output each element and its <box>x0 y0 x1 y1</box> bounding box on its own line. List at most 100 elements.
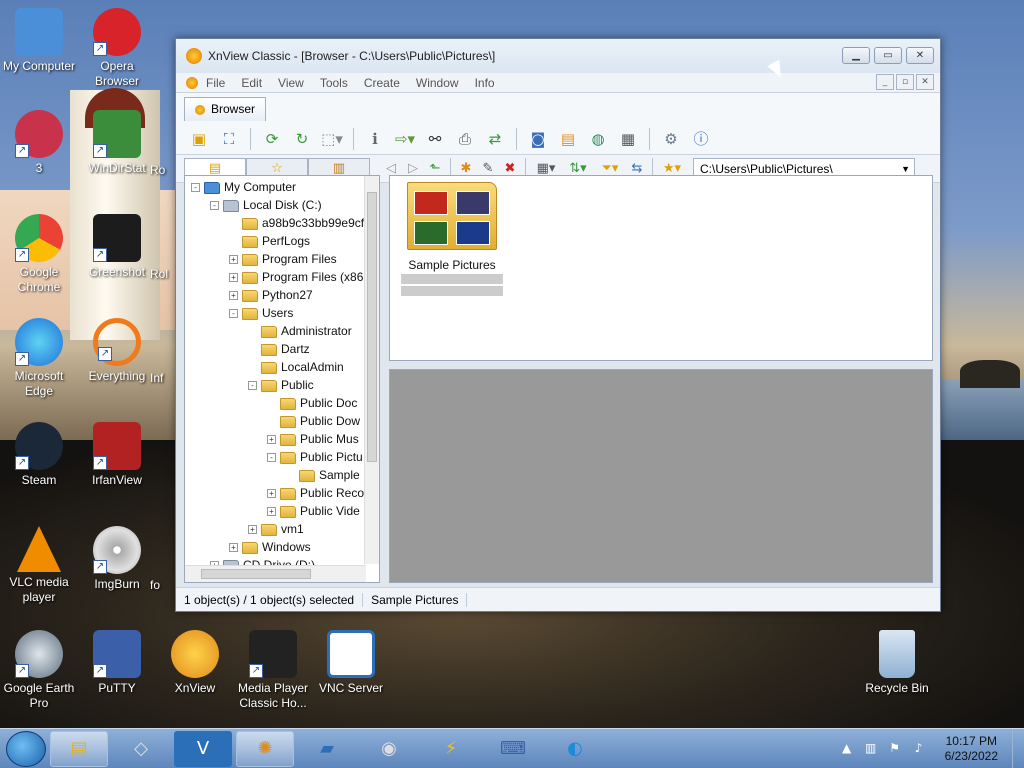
file-item-sample-pictures[interactable]: Sample Pictures <box>400 182 504 296</box>
taskbar-app-blue[interactable]: ▰ <box>298 731 356 767</box>
desktop-icon-mpc[interactable]: ↗ Media Player Classic Ho... <box>234 630 312 711</box>
collapse-icon[interactable]: - <box>229 309 238 319</box>
child-minimize-button[interactable]: _ <box>876 74 894 90</box>
expand-icon[interactable]: + <box>267 489 276 499</box>
tree-item[interactable]: + Public Mus <box>185 430 379 448</box>
tree-item[interactable]: + Python27 <box>185 286 379 304</box>
volume-icon[interactable]: ♪ <box>911 741 927 757</box>
expand-icon[interactable]: + <box>229 255 238 265</box>
desktop-icon-imgburn[interactable]: ↗ ImgBurn <box>78 526 156 592</box>
menu-window[interactable]: Window <box>408 76 467 90</box>
info-icon[interactable]: ⓘ <box>688 127 714 151</box>
expand-icon[interactable]: + <box>267 435 276 445</box>
reload-icon[interactable]: ↻ <box>289 127 315 151</box>
desktop-icon-google-earth[interactable]: ↗ Google Earth Pro <box>0 630 78 711</box>
tree-item[interactable]: Administrator <box>185 322 379 340</box>
tab-browser[interactable]: Browser <box>184 97 267 121</box>
expand-icon[interactable]: + <box>248 525 257 535</box>
desktop-icon-opera[interactable]: ↗ Opera Browser <box>78 8 156 89</box>
desktop-icon-putty[interactable]: ↗ PuTTY <box>78 630 156 696</box>
tree-hscroll-thumb[interactable] <box>201 569 311 579</box>
desktop-icon-recycle-bin[interactable]: Recycle Bin <box>858 630 936 696</box>
collapse-icon[interactable]: - <box>248 381 257 391</box>
tree-scroll-thumb[interactable] <box>367 192 377 462</box>
maximize-button[interactable]: ▭ <box>874 47 902 64</box>
desktop-icon-my-computer[interactable]: My Computer <box>0 8 78 74</box>
tree-item[interactable]: LocalAdmin <box>185 358 379 376</box>
acquire-icon[interactable]: ⬚▾ <box>319 127 345 151</box>
tree-item[interactable]: + Program Files <box>185 250 379 268</box>
desktop-icon-xnview[interactable]: XnView <box>156 630 234 696</box>
taskbar-vnc[interactable]: V <box>174 730 232 767</box>
desktop-icon-everything[interactable]: ↗ Everything <box>78 318 156 384</box>
open-folder-icon[interactable]: ▣ <box>186 127 212 151</box>
tree-horizontal-scrollbar[interactable] <box>185 565 366 582</box>
tree-item[interactable]: - My Computer <box>185 178 379 196</box>
desktop-icon-3[interactable]: ↗ 3 <box>0 110 78 176</box>
desktop-icon-windirstat[interactable]: ↗ WinDirStat <box>78 110 156 176</box>
clock[interactable]: 10:17 PM 6/23/2022 <box>931 734 1012 764</box>
desktop-icon-chrome[interactable]: ↗ Google Chrome <box>0 214 78 295</box>
tree-item[interactable]: - Public <box>185 376 379 394</box>
convert-icon[interactable]: ⇄ <box>482 127 508 151</box>
expand-icon[interactable]: + <box>229 291 238 301</box>
child-close-button[interactable]: ✕ <box>916 74 934 90</box>
child-restore-button[interactable]: ▫ <box>896 74 914 90</box>
binoculars-icon[interactable]: ⚯ <box>422 127 448 151</box>
taskbar-putty[interactable]: ⌨ <box>484 731 542 767</box>
fullscreen-icon[interactable]: ⛶ <box>216 127 242 151</box>
tree-item[interactable]: + Public Vide <box>185 502 379 520</box>
xnview-window[interactable]: XnView Classic - [Browser - C:\Users\Pub… <box>175 38 941 612</box>
desktop-icon-vnc[interactable]: VNC Server <box>312 630 390 696</box>
tree-item[interactable]: - Local Disk (C:) <box>185 196 379 214</box>
action-center-icon[interactable]: ⚑ <box>887 741 903 757</box>
chevron-up-icon[interactable]: ▲ <box>839 741 855 757</box>
tree-item[interactable]: PerfLogs <box>185 232 379 250</box>
tree-item[interactable]: Public Dow <box>185 412 379 430</box>
tree-item[interactable]: + Windows <box>185 538 379 556</box>
menu-view[interactable]: View <box>270 76 312 90</box>
show-desktop-button[interactable] <box>1012 729 1024 768</box>
menu-create[interactable]: Create <box>356 76 408 90</box>
desktop-icon-vlc[interactable]: VLC media player <box>0 526 78 605</box>
tree-item[interactable]: Public Doc <box>185 394 379 412</box>
child-window-icon[interactable] <box>186 76 198 89</box>
web-page-icon[interactable]: ◍ <box>585 127 611 151</box>
minimize-button[interactable]: ▁ <box>842 47 870 64</box>
menu-info[interactable]: Info <box>467 76 503 90</box>
start-button[interactable] <box>6 730 46 767</box>
tree-item[interactable]: a98b9c33bb99e9cf <box>185 214 379 232</box>
contact-sheet-icon[interactable]: ▦ <box>615 127 641 151</box>
desktop-icon-greenshot[interactable]: ↗ Greenshot <box>78 214 156 280</box>
refresh-icon[interactable]: ⟳ <box>259 127 285 151</box>
desktop-icon-steam[interactable]: ↗ Steam <box>0 422 78 488</box>
collapse-icon[interactable]: - <box>191 183 200 193</box>
tree-item[interactable]: - Public Pictu <box>185 448 379 466</box>
menu-edit[interactable]: Edit <box>233 76 270 90</box>
taskbar-google-earth[interactable]: ◉ <box>360 731 418 767</box>
properties-icon[interactable]: ℹ <box>362 127 388 151</box>
folder-tree[interactable]: - My Computer - Local Disk (C:) a98b9c33bb99… <box>184 175 380 583</box>
tree-item[interactable]: - Users <box>185 304 379 322</box>
collapse-icon[interactable]: - <box>210 201 219 211</box>
slideshow-icon[interactable]: ▤ <box>555 127 581 151</box>
tree-item[interactable]: + Public Reco <box>185 484 379 502</box>
expand-icon[interactable]: + <box>267 507 276 517</box>
taskbar-winamp[interactable]: ⚡ <box>422 731 480 767</box>
desktop-icon-irfanview[interactable]: ↗ IrfanView <box>78 422 156 488</box>
print-icon[interactable]: ⎙ <box>452 127 478 151</box>
desktop-icon-edge[interactable]: ↗ Microsoft Edge <box>0 318 78 399</box>
expand-icon[interactable]: + <box>229 273 238 283</box>
tree-item[interactable]: + Program Files (x86 <box>185 268 379 286</box>
menu-tools[interactable]: Tools <box>312 76 356 90</box>
menu-file[interactable]: File <box>198 76 233 90</box>
file-list[interactable]: Sample Pictures <box>389 175 933 361</box>
close-button[interactable]: ✕ <box>906 47 934 64</box>
title-bar[interactable]: XnView Classic - [Browser - C:\Users\Pub… <box>176 39 940 73</box>
taskbar-xnview[interactable]: ✺ <box>236 730 294 767</box>
tree-vertical-scrollbar[interactable] <box>364 176 379 564</box>
collapse-icon[interactable]: - <box>267 453 276 463</box>
taskbar-edge[interactable]: ◐ <box>546 731 604 767</box>
move-to-icon[interactable]: ⇨▾ <box>392 127 418 151</box>
tree-item[interactable]: Dartz <box>185 340 379 358</box>
